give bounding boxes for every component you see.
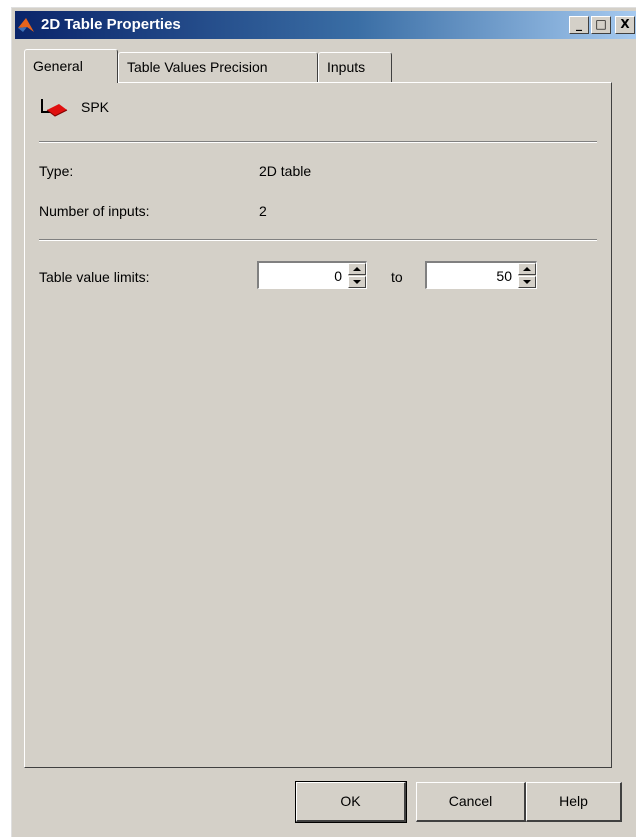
- maximize-button[interactable]: □: [591, 16, 611, 34]
- window-title: 2D Table Properties: [41, 16, 181, 33]
- block-name: SPK: [81, 99, 110, 115]
- help-button[interactable]: Help: [526, 782, 622, 822]
- min-limit-arrows: [348, 263, 366, 288]
- arrow-down-icon: [353, 280, 361, 284]
- table-block-icon: [41, 99, 68, 117]
- tab-inputs[interactable]: Inputs: [318, 52, 392, 82]
- type-value: 2D table: [259, 163, 312, 179]
- to-label: to: [391, 269, 403, 285]
- min-limit-spinner[interactable]: [257, 261, 367, 289]
- minimize-button[interactable]: _: [569, 16, 589, 34]
- arrow-up-icon: [523, 267, 531, 271]
- number-of-inputs-value: 2: [259, 203, 267, 219]
- table-value-limits-label: Table value limits:: [39, 269, 150, 285]
- close-button[interactable]: X: [615, 16, 635, 34]
- max-limit-arrows: [518, 263, 536, 288]
- max-limit-input[interactable]: [427, 263, 516, 288]
- min-limit-up-button[interactable]: [348, 263, 366, 275]
- ok-button[interactable]: OK: [295, 781, 407, 823]
- tab-label: General: [33, 58, 83, 74]
- tab-label: Table Values Precision: [127, 59, 268, 75]
- tab-label: Inputs: [327, 59, 366, 75]
- tab-panel-general: SPK Type: 2D table Number of inputs: 2 T…: [24, 82, 612, 768]
- min-limit-down-button[interactable]: [348, 276, 366, 288]
- max-limit-down-button[interactable]: [518, 276, 536, 288]
- separator: [39, 239, 597, 241]
- title-bar[interactable]: 2D Table Properties _ □ X: [15, 11, 636, 39]
- type-label: Type:: [39, 163, 74, 179]
- tab-general[interactable]: General: [24, 49, 118, 83]
- tab-table-values-precision[interactable]: Table Values Precision: [118, 52, 318, 82]
- max-limit-up-button[interactable]: [518, 263, 536, 275]
- matlab-icon: [18, 18, 34, 32]
- number-of-inputs-label: Number of inputs:: [39, 203, 150, 219]
- arrow-down-icon: [523, 280, 531, 284]
- min-limit-input[interactable]: [259, 263, 346, 288]
- cancel-button[interactable]: Cancel: [416, 782, 526, 822]
- max-limit-spinner[interactable]: [425, 261, 537, 289]
- arrow-up-icon: [353, 267, 361, 271]
- separator: [39, 141, 597, 143]
